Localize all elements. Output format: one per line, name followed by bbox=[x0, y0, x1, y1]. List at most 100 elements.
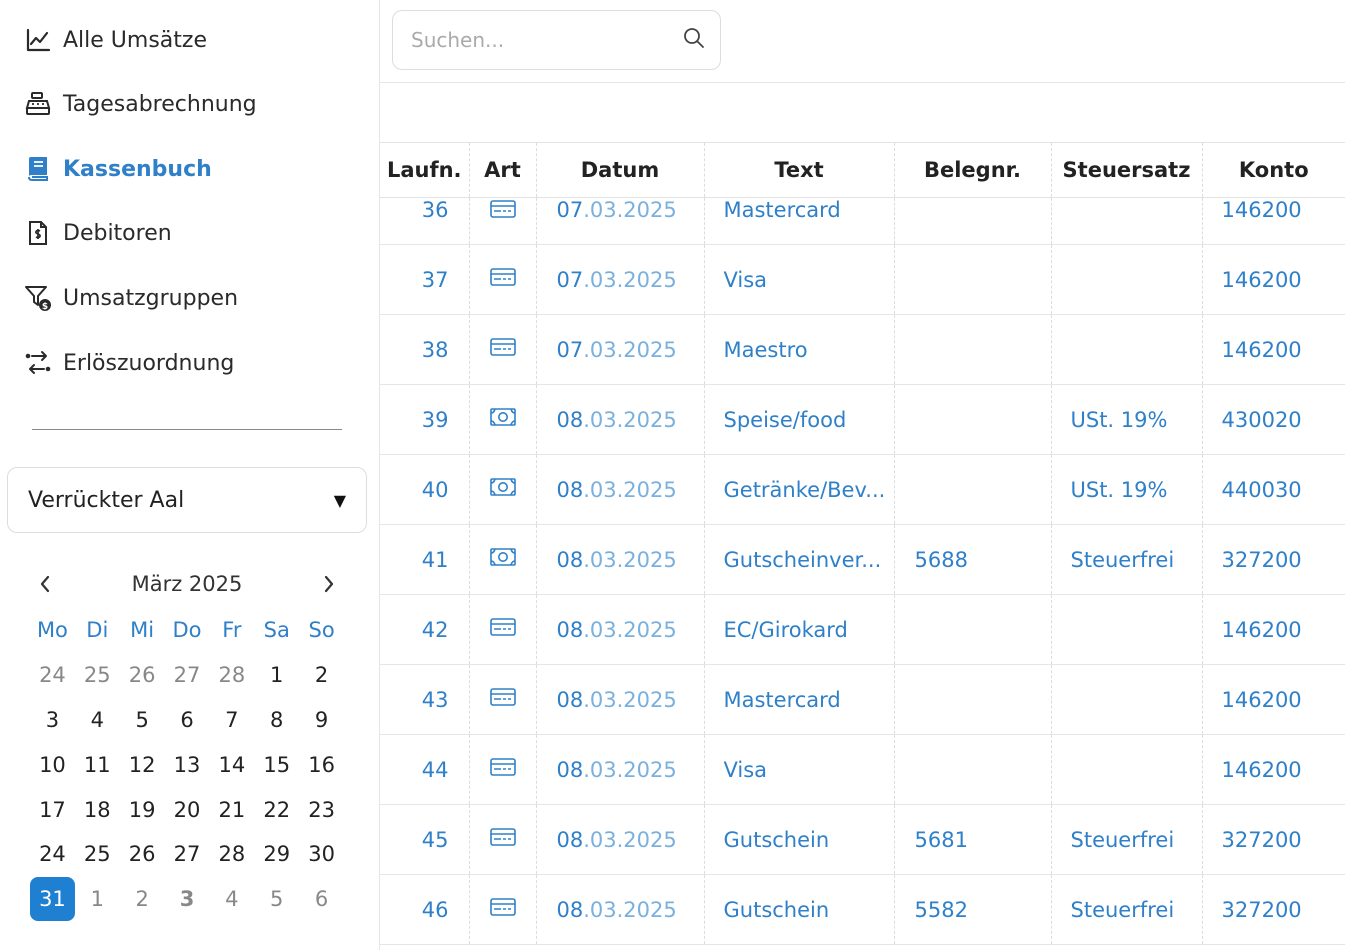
invoice-dollar-icon bbox=[24, 219, 52, 247]
filter-dollar-icon: $ bbox=[24, 284, 52, 312]
cell-steuersatz bbox=[1051, 594, 1203, 665]
nav-item-tagesabrechnung[interactable]: Tagesabrechnung bbox=[24, 84, 257, 124]
nav-item-umsatzgruppen[interactable]: $ Umsatzgruppen bbox=[24, 278, 238, 318]
calendar-day[interactable]: 25 bbox=[75, 832, 120, 876]
cell-text: Speise/food bbox=[704, 384, 895, 455]
nav-item-alle-umsaetze[interactable]: Alle Umsätze bbox=[24, 20, 207, 60]
calendar-day[interactable]: 1 bbox=[75, 877, 120, 921]
calendar-day[interactable]: 15 bbox=[254, 743, 299, 787]
cell-datum: 08.03.2025 bbox=[536, 874, 705, 945]
cell-steuersatz bbox=[1051, 314, 1203, 385]
calendar-day[interactable]: 25 bbox=[75, 653, 120, 697]
calendar-day[interactable]: 16 bbox=[299, 743, 344, 787]
calendar-day[interactable]: 9 bbox=[299, 698, 344, 742]
table-row[interactable]: 42 08.03.2025 EC/Girokard 146200 bbox=[380, 594, 1345, 665]
column-header-datum[interactable]: Datum bbox=[536, 142, 705, 198]
calendar-day[interactable]: 12 bbox=[120, 743, 165, 787]
calendar-day[interactable]: 17 bbox=[30, 788, 75, 832]
calendar-day[interactable]: 18 bbox=[75, 788, 120, 832]
calendar-day[interactable]: 30 bbox=[299, 832, 344, 876]
cell-laufn: 36 bbox=[380, 197, 470, 245]
calendar-day[interactable]: 4 bbox=[75, 698, 120, 742]
calendar-day[interactable]: 20 bbox=[165, 788, 210, 832]
table-row[interactable]: 37 07.03.2025 Visa 146200 bbox=[380, 244, 1345, 315]
nav-item-kassenbuch[interactable]: Kassenbuch bbox=[24, 149, 212, 189]
column-header-konto[interactable]: Konto bbox=[1202, 142, 1345, 198]
column-header-belegnr[interactable]: Belegnr. bbox=[894, 142, 1052, 198]
table-row[interactable]: 39 08.03.2025 Speise/food USt. 19% 430020 bbox=[380, 384, 1345, 455]
date-day: 07 bbox=[556, 198, 584, 222]
calendar-day[interactable]: 5 bbox=[120, 698, 165, 742]
calendar-day[interactable]: 2 bbox=[120, 877, 165, 921]
table-row[interactable]: 43 08.03.2025 Mastercard 146200 bbox=[380, 664, 1345, 735]
cell-konto: 430020 bbox=[1202, 384, 1345, 455]
column-header-text[interactable]: Text bbox=[704, 142, 895, 198]
calendar-day[interactable]: 24 bbox=[30, 832, 75, 876]
calendar-day[interactable]: 8 bbox=[254, 698, 299, 742]
next-month-button[interactable] bbox=[314, 564, 344, 604]
nav-item-label: Kassenbuch bbox=[63, 156, 212, 182]
prev-month-button[interactable] bbox=[30, 564, 60, 604]
calendar-day[interactable]: 23 bbox=[299, 788, 344, 832]
table-row[interactable]: 45 08.03.2025 Gutschein 5681 Steuerfrei 32720… bbox=[380, 804, 1345, 875]
nav-item-erloeszuordnung[interactable]: Erlöszuordnung bbox=[24, 343, 234, 383]
calendar-day[interactable]: 11 bbox=[75, 743, 120, 787]
nav-item-label: Debitoren bbox=[63, 220, 172, 246]
search-icon[interactable] bbox=[682, 26, 706, 54]
table-row[interactable]: 38 07.03.2025 Maestro 146200 bbox=[380, 314, 1345, 385]
location-select[interactable]: Verrückter Aal ▼ bbox=[7, 467, 367, 533]
card-icon bbox=[489, 618, 517, 643]
calendar-day[interactable]: 10 bbox=[30, 743, 75, 787]
calendar-day[interactable]: 14 bbox=[209, 743, 254, 787]
search-input[interactable] bbox=[411, 28, 682, 52]
search-box[interactable] bbox=[392, 10, 721, 70]
cell-datum: 08.03.2025 bbox=[536, 734, 705, 805]
column-header-art[interactable]: Art bbox=[469, 142, 537, 198]
cell-laufn: 45 bbox=[380, 804, 470, 875]
calendar-day[interactable]: 27 bbox=[165, 832, 210, 876]
calendar-day[interactable]: 1 bbox=[254, 653, 299, 697]
table-row[interactable]: 36 07.03.2025 Mastercard 146200 bbox=[380, 197, 1345, 245]
calendar-day[interactable]: 4 bbox=[209, 877, 254, 921]
cell-belegnr bbox=[894, 664, 1052, 735]
line-chart-icon bbox=[24, 26, 52, 54]
cell-art bbox=[469, 244, 537, 315]
cash-icon bbox=[489, 408, 517, 433]
cell-konto: 440030 bbox=[1202, 454, 1345, 525]
calendar-day[interactable]: 6 bbox=[299, 877, 344, 921]
table-row[interactable]: 40 08.03.2025 Getränke/Bev... USt. 19% 44003… bbox=[380, 454, 1345, 525]
date-month-year: .03.2025 bbox=[583, 687, 677, 712]
calendar-day[interactable]: 27 bbox=[165, 653, 210, 697]
calendar-day[interactable]: 19 bbox=[120, 788, 165, 832]
table-row[interactable]: 44 08.03.2025 Visa 146200 bbox=[380, 734, 1345, 805]
calendar-day[interactable]: 26 bbox=[120, 832, 165, 876]
nav-item-label: Tagesabrechnung bbox=[63, 91, 257, 117]
calendar-day[interactable]: 6 bbox=[165, 698, 210, 742]
cell-text: Getränke/Bev... bbox=[704, 454, 895, 525]
calendar-day[interactable]: 29 bbox=[254, 832, 299, 876]
date-day: 08 bbox=[556, 827, 584, 852]
calendar-day[interactable]: 28 bbox=[209, 832, 254, 876]
calendar-day[interactable]: 3 bbox=[165, 877, 210, 921]
nav-item-debitoren[interactable]: Debitoren bbox=[24, 213, 172, 253]
calendar-day[interactable]: 5 bbox=[254, 877, 299, 921]
calendar-weekday: Mi bbox=[130, 618, 155, 643]
calendar-grid: Mo Di Mi Do Fr Sa So 24 25 26 27 28 1 2 3 4 5 6 7 8 9 10 11 12 1… bbox=[30, 608, 344, 922]
table-row[interactable]: 41 08.03.2025 Gutscheinver... 5688 Steuerfre… bbox=[380, 524, 1345, 595]
calendar-day[interactable]: 21 bbox=[209, 788, 254, 832]
calendar-day[interactable]: 28 bbox=[209, 653, 254, 697]
cell-laufn: 41 bbox=[380, 524, 470, 595]
calendar-day[interactable]: 3 bbox=[30, 698, 75, 742]
calendar-day[interactable]: 31 bbox=[30, 877, 75, 922]
column-header-laufn[interactable]: Laufn. bbox=[380, 142, 470, 198]
calendar-day[interactable]: 7 bbox=[209, 698, 254, 742]
calendar-day[interactable]: 24 bbox=[30, 653, 75, 697]
calendar-day[interactable]: 13 bbox=[165, 743, 210, 787]
sidebar: Alle Umsätze Tagesabrechnung Kassenbuch bbox=[0, 0, 380, 950]
column-header-steuersatz[interactable]: Steuersatz bbox=[1051, 142, 1203, 198]
calendar-day[interactable]: 26 bbox=[120, 653, 165, 697]
calendar-day[interactable]: 22 bbox=[254, 788, 299, 832]
table-row[interactable]: 46 08.03.2025 Gutschein 5582 Steuerfrei 32720… bbox=[380, 874, 1345, 945]
card-icon bbox=[489, 828, 517, 853]
calendar-day[interactable]: 2 bbox=[299, 653, 344, 697]
